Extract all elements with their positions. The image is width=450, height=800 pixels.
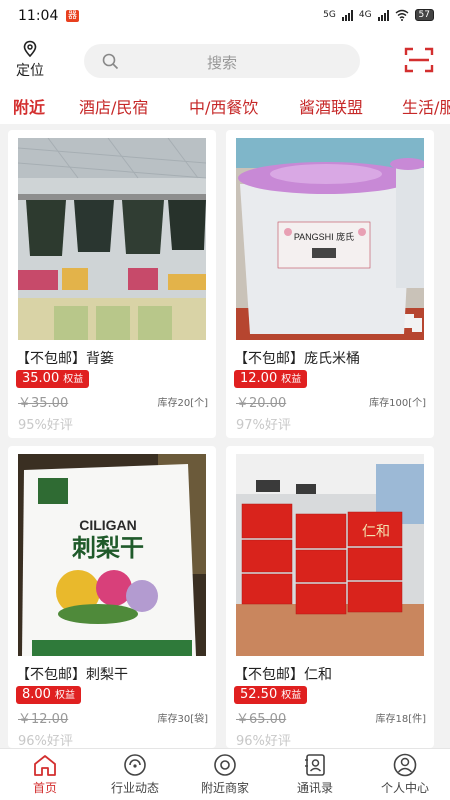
snack-title: 刺梨干: [72, 534, 144, 562]
notification-icon: 器: [66, 10, 79, 22]
product-card[interactable]: 仁和 【不包邮】仁和 52.50 权益 ￥65.00 库存18[件] 96%好评: [226, 446, 434, 748]
product-image-wine: 仁和: [236, 454, 424, 656]
price-badge: 52.50 权益: [234, 686, 308, 704]
price-tag: 权益: [281, 374, 302, 385]
rice-bucket-brand: PANGSHI 庞氏: [294, 231, 354, 242]
tab-life-service[interactable]: 生活/服务: [402, 94, 450, 118]
bottom-nav: 首页 行业动态 附近商家 通讯录 个人中心: [0, 748, 450, 800]
product-image-basket: [18, 138, 206, 340]
price-badge: 12.00 权益: [234, 370, 308, 388]
signal-icon-2: [377, 9, 389, 21]
nav-news-label: 行业动态: [110, 781, 159, 795]
tab-dining[interactable]: 中/西餐饮: [189, 94, 258, 118]
status-bar: 11:04 器 5G 4G 57: [0, 0, 450, 34]
product-image-rice-bucket: PANGSHI 庞氏: [236, 138, 424, 340]
top-header: 定位 搜索: [0, 34, 450, 88]
wine-brand: 仁和: [362, 524, 390, 540]
price-badge: 8.00 权益: [16, 686, 81, 704]
search-placeholder: 搜索: [206, 54, 237, 72]
snack-brand: CILIGAN: [79, 517, 137, 533]
tab-sauce-wine[interactable]: 酱酒联盟: [299, 94, 363, 118]
tab-hotel[interactable]: 酒店/民宿: [79, 94, 148, 118]
product-name: 【不包邮】背篓: [16, 351, 114, 367]
rating-text: 95%好评: [18, 418, 73, 433]
network-5g-label: 5G: [323, 10, 336, 20]
product-price: 12.00: [240, 371, 278, 386]
nav-news[interactable]: 行业动态: [90, 753, 180, 796]
product-price: 35.00: [22, 371, 60, 386]
contacts-icon: [305, 754, 325, 776]
original-price: ￥20.00: [236, 396, 287, 411]
battery-icon: 57: [414, 9, 434, 21]
product-card[interactable]: PANGSHI 庞氏 【不包邮】庞氏米桶 12.00 权益 ￥20.00 库存10…: [226, 130, 434, 438]
rating-text: 97%好评: [236, 418, 291, 433]
scan-icon[interactable]: [404, 46, 434, 74]
product-name: 【不包邮】刺梨干: [16, 667, 128, 683]
stock-count: 库存18[件]: [375, 714, 426, 725]
product-price: 52.50: [240, 687, 278, 702]
nearby-icon: [214, 754, 236, 776]
location-pin-icon: [23, 40, 37, 58]
stock-count: 库存30[袋]: [157, 714, 208, 725]
nav-home-label: 首页: [32, 781, 57, 795]
news-icon: [124, 754, 146, 776]
home-icon: [34, 755, 56, 776]
location-label: 定位: [16, 63, 44, 79]
location-button[interactable]: 定位: [10, 40, 50, 80]
original-price: ￥12.00: [18, 712, 69, 727]
price-badge: 35.00 权益: [16, 370, 90, 388]
nav-contacts-label: 通讯录: [296, 781, 333, 795]
status-icons: 5G 4G 57: [323, 9, 434, 21]
product-image-snack: CILIGAN 刺梨干: [18, 454, 206, 656]
price-tag: 权益: [63, 374, 84, 385]
tab-nearby[interactable]: 附近: [13, 94, 45, 118]
nav-nearby[interactable]: 附近商家: [180, 753, 270, 796]
nav-contacts[interactable]: 通讯录: [270, 753, 360, 796]
product-name: 【不包邮】庞氏米桶: [234, 351, 360, 367]
product-card[interactable]: CILIGAN 刺梨干 【不包邮】刺梨干 8.00 权益 ￥12.00 库存30[…: [8, 446, 216, 748]
search-input[interactable]: 搜索: [84, 44, 360, 78]
status-time: 11:04: [18, 8, 59, 24]
signal-icon: [341, 9, 353, 21]
price-tag: 权益: [281, 690, 302, 701]
original-price: ￥65.00: [236, 712, 287, 727]
product-name: 【不包邮】仁和: [234, 667, 332, 683]
nav-home[interactable]: 首页: [0, 753, 90, 796]
nav-profile[interactable]: 个人中心: [360, 753, 450, 796]
price-tag: 权益: [54, 690, 75, 701]
product-card[interactable]: 【不包邮】背篓 35.00 权益 ￥35.00 库存20[个] 95%好评: [8, 130, 216, 438]
rating-text: 96%好评: [236, 734, 291, 748]
stock-count: 库存20[个]: [157, 398, 208, 409]
network-4g-label: 4G: [358, 10, 372, 20]
user-icon: [393, 753, 417, 777]
original-price: ￥35.00: [18, 396, 69, 411]
nav-profile-label: 个人中心: [380, 781, 429, 795]
stock-count: 库存100[个]: [369, 398, 426, 409]
product-price: 8.00: [22, 687, 51, 702]
rating-text: 96%好评: [18, 734, 73, 748]
nav-nearby-label: 附近商家: [200, 781, 249, 795]
wifi-icon: [395, 9, 408, 21]
category-tabs: 附近 酒店/民宿 中/西餐饮 酱酒联盟 生活/服务: [0, 88, 450, 124]
